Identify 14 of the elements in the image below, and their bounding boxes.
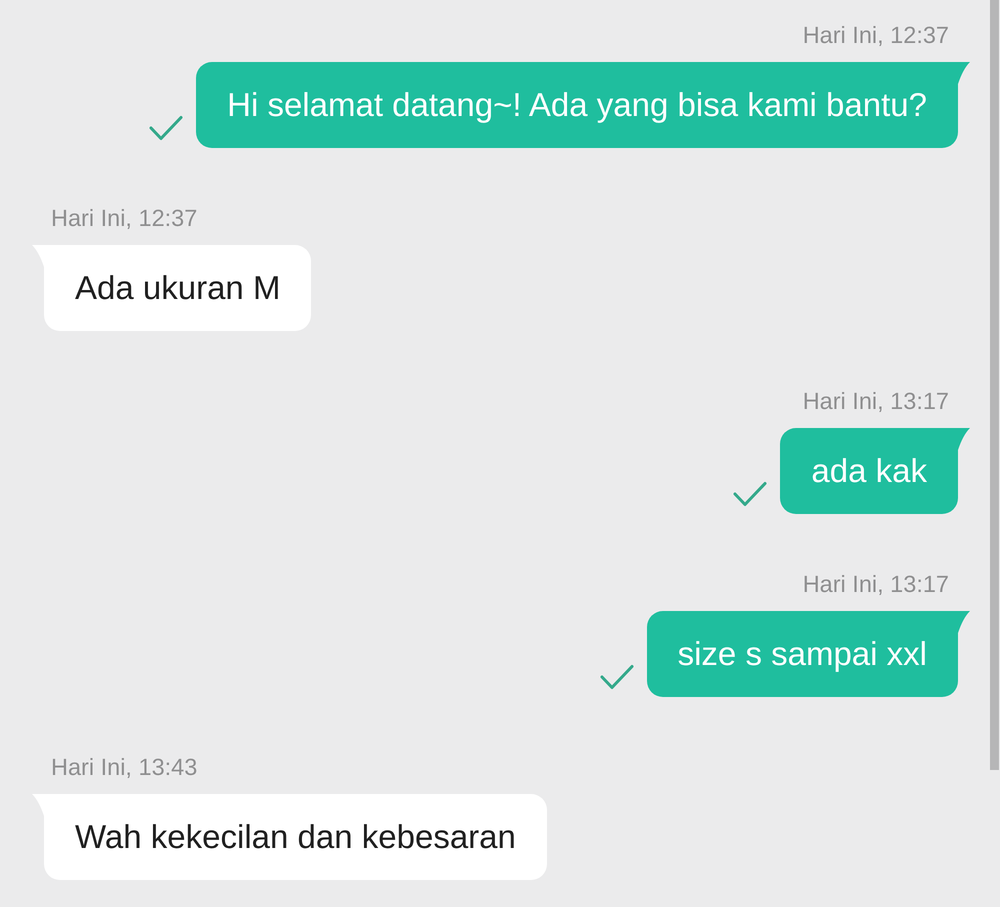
bubble-tail	[958, 611, 970, 633]
message-timestamp: Hari Ini, 13:17	[802, 571, 949, 597]
scrollbar-thumb[interactable]	[990, 0, 999, 770]
message-bubble: Wah kekecilan dan kebesaran	[44, 794, 547, 880]
message-bubble: size s sampai xxl	[646, 611, 958, 697]
bubble-tail	[958, 428, 970, 450]
message-timestamp: Hari Ini, 13:43	[51, 754, 198, 780]
message-timestamp: Hari Ini, 13:17	[802, 388, 949, 414]
message-bubble: Ada ukuran M	[44, 245, 312, 331]
message-bubble: Hi selamat datang~! Ada yang bisa kami bantu?	[196, 62, 958, 148]
message-bubble: ada kak	[780, 428, 958, 514]
message-timestamp: Hari Ini, 12:37	[802, 22, 949, 48]
bubble-tail	[958, 62, 970, 84]
message-timestamp: Hari Ini, 12:37	[51, 205, 198, 231]
